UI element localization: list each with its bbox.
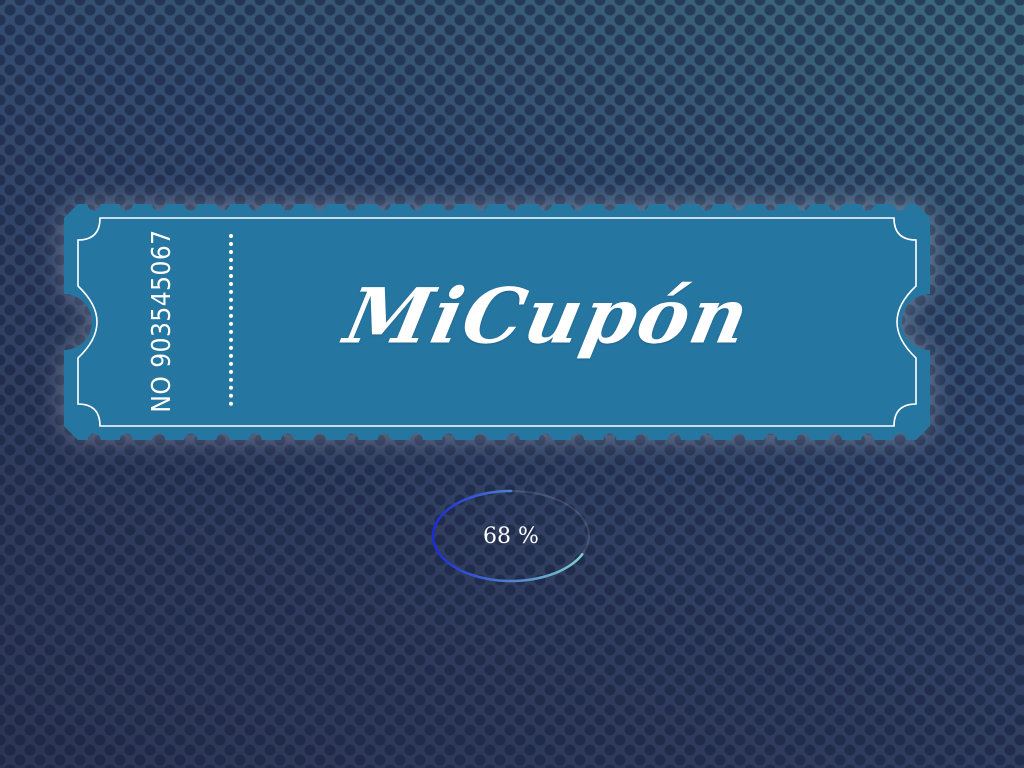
coupon-screen: NO 903545067 MiCupón 68 %	[0, 0, 1024, 768]
progress-percentage: 68 %	[483, 523, 539, 549]
loading-progress: 68 %	[431, 489, 591, 583]
coupon-brand-title: MiCupón	[337, 271, 759, 361]
coupon-serial-number: NO 903545067	[147, 229, 177, 413]
perforation-divider	[229, 234, 233, 406]
